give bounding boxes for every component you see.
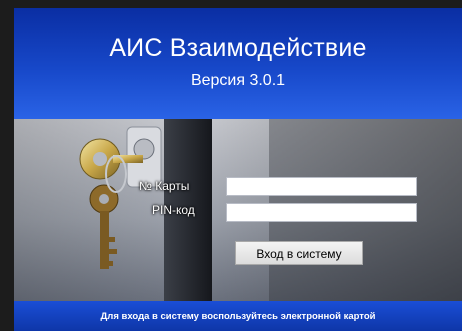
card-number-label: № Карты <box>139 179 190 193</box>
version-label: Версия 3.0.1 <box>190 72 286 89</box>
header-banner: АИС Взаимодействие Версия 3.0.1 <box>14 8 462 119</box>
card-number-input[interactable] <box>226 177 417 196</box>
pin-code-label: PIN-код <box>152 203 195 217</box>
pin-code-input[interactable] <box>226 203 417 222</box>
app-title: АИС Взаимодействие <box>109 34 367 62</box>
login-window: АИС Взаимодействие Версия 3.0.1 № Карты … <box>14 8 462 331</box>
footer-hint: Для входа в систему воспользуйтесь элект… <box>100 311 376 322</box>
login-button[interactable]: Вход в систему <box>235 241 363 265</box>
footer-bar: Для входа в систему воспользуйтесь элект… <box>14 301 462 331</box>
